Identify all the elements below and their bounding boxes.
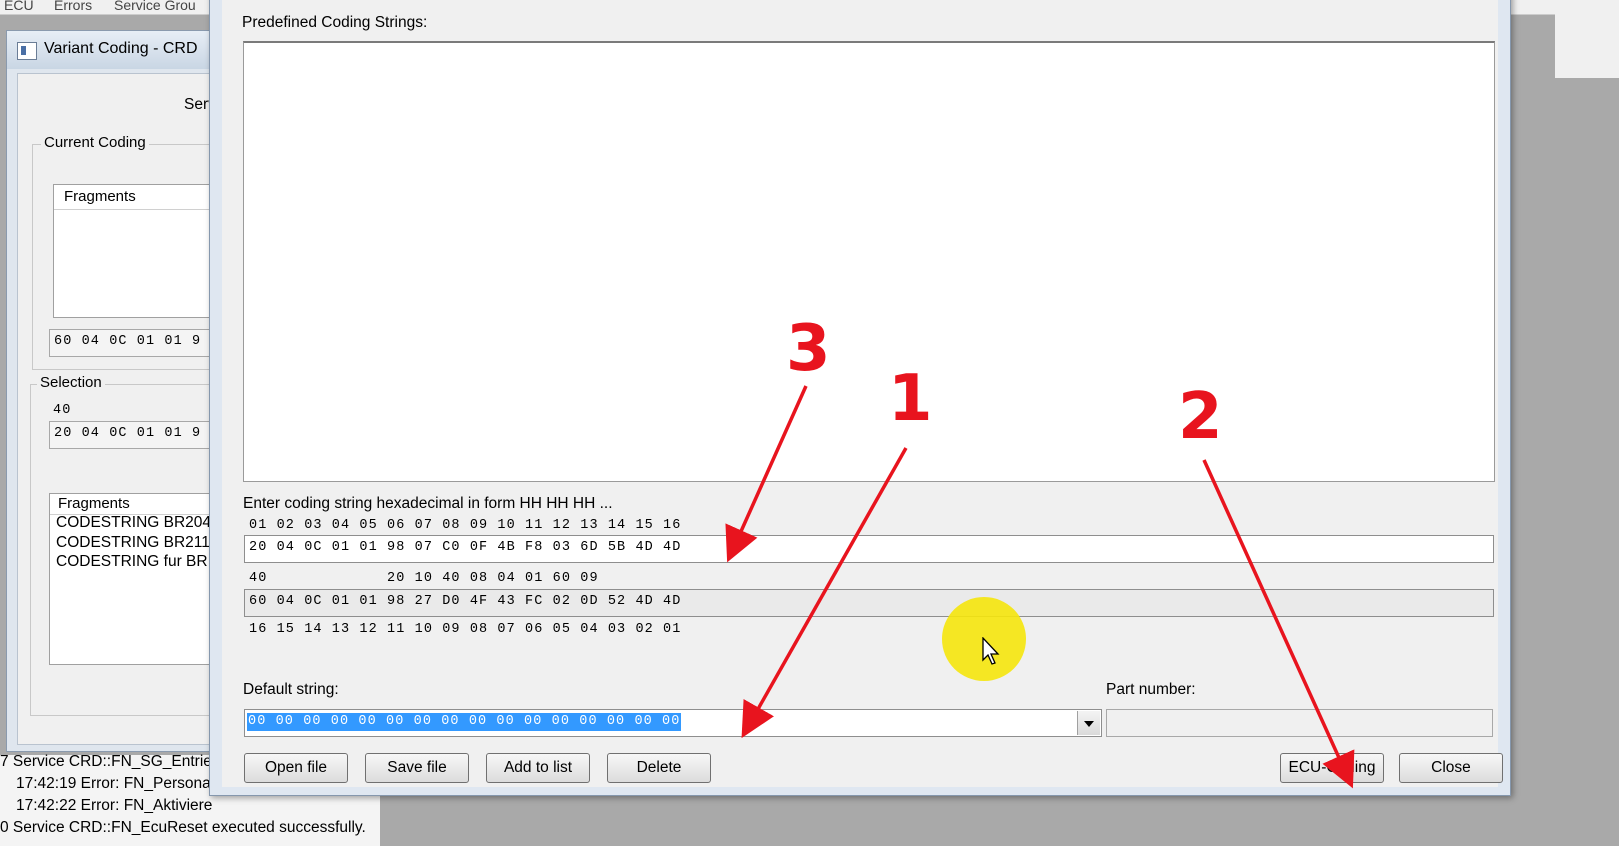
annotation-number-2: 2 xyxy=(1177,379,1224,455)
annotation-number-1: 1 xyxy=(887,361,934,437)
annotation-number-3: 3 xyxy=(785,311,832,387)
arrow-2 xyxy=(1202,459,1355,789)
arrow-1 xyxy=(741,447,908,739)
arrow-3 xyxy=(725,385,808,563)
annotation-arrows xyxy=(725,385,1355,789)
